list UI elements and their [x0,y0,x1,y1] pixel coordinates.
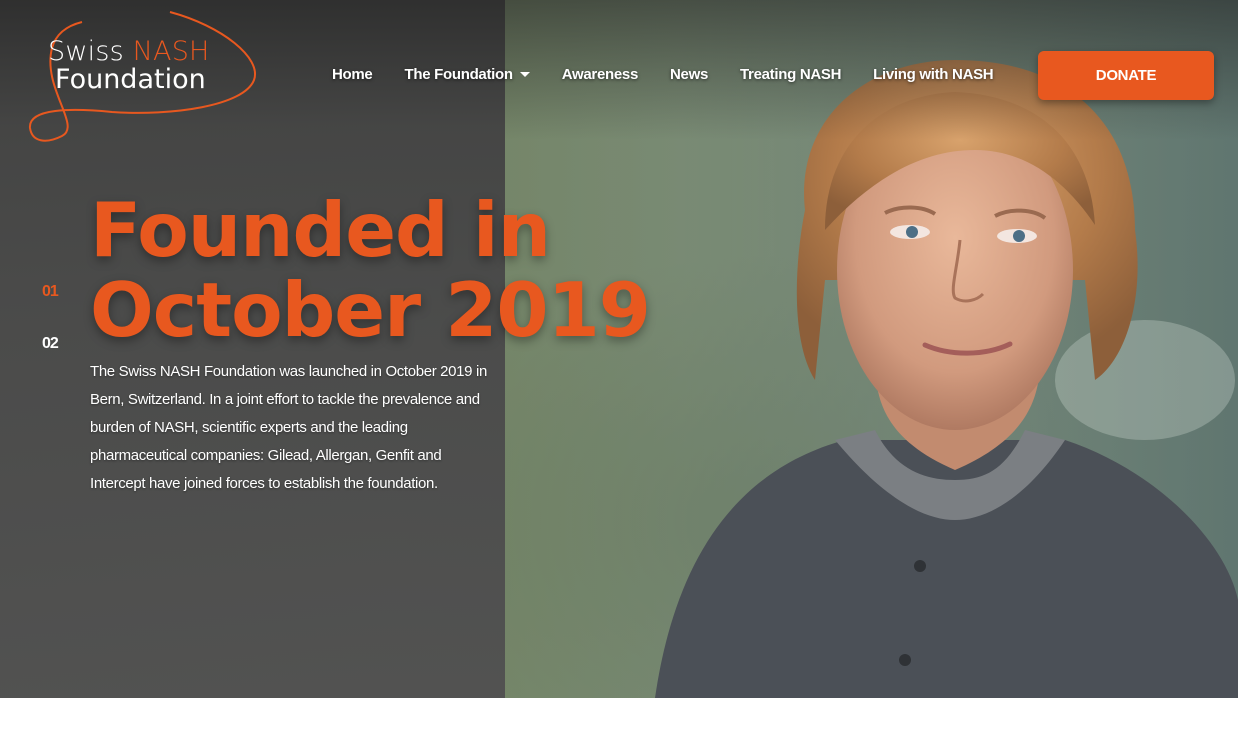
slide-indicator-02[interactable]: 02 [42,335,59,353]
hero-headline-line1: Founded in [90,186,551,274]
nav-item-label: News [670,66,709,83]
nav-item-treating-nash[interactable]: Treating NASH [740,66,841,83]
nav-item-news[interactable]: News [670,66,708,83]
logo-text-line2[interactable]: Foundation [55,66,206,94]
nav-item-home[interactable]: Home [332,66,373,83]
logo-word-nash: NASH [132,36,210,67]
logo-text-line1[interactable]: Swiss NASH [48,38,210,66]
hero-section: Swiss NASH Foundation Home The Foundatio… [0,0,1238,698]
nav-item-label: The Foundation [404,66,513,83]
main-nav: Home The Foundation Awareness News Treat… [332,66,1025,83]
nav-item-label: Awareness [561,66,639,83]
nav-item-label: Treating NASH [740,66,842,83]
hero-description: The Swiss NASH Foundation was launched i… [90,363,487,492]
nav-item-living-with-nash[interactable]: Living with NASH [873,66,994,83]
nav-item-the-foundation[interactable]: The Foundation [404,66,530,83]
nav-item-label: Home [332,66,373,83]
nav-item-label: Living with NASH [873,66,994,83]
nav-item-awareness[interactable]: Awareness [561,66,639,83]
donate-button[interactable]: DONATE [1038,51,1214,100]
hero-headline-line2: October 2019 [90,266,651,354]
chevron-down-icon [519,72,530,77]
slide-indicator-01[interactable]: 01 [42,283,59,301]
logo-word-swiss: Swiss [48,36,124,67]
hero-headline: Founded in October 2019 [90,186,651,354]
